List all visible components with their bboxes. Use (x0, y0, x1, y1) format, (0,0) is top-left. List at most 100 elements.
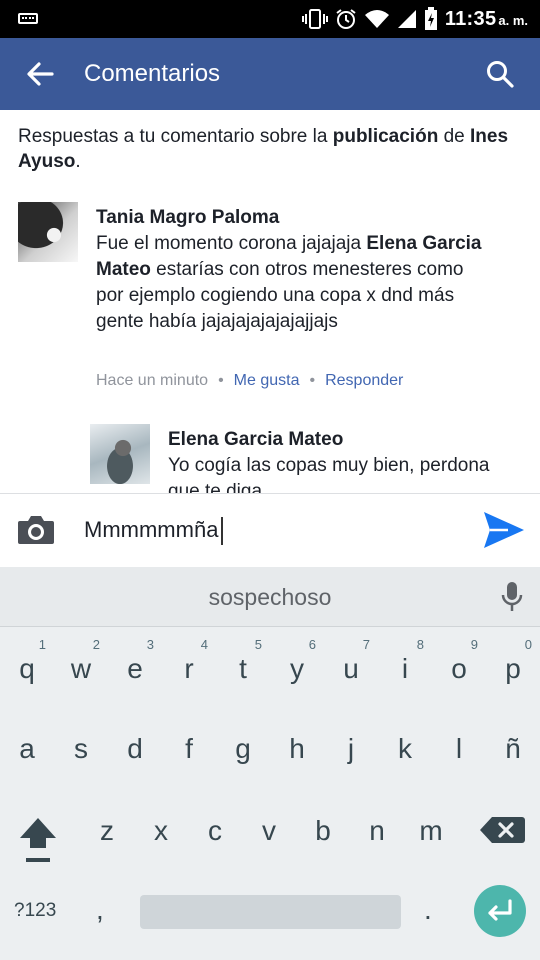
key-label: k (398, 733, 412, 764)
key-label: j (347, 733, 355, 764)
key-x[interactable]: x (134, 791, 188, 871)
key-label: c (208, 815, 222, 846)
key-label: b (315, 815, 331, 846)
comment-composer: Mmmmmmña (0, 493, 540, 567)
comment-meta: Hace un minuto • Me gusta • Responder (96, 370, 403, 392)
avatar[interactable] (18, 202, 78, 262)
enter-key[interactable] (474, 885, 526, 937)
key-b[interactable]: b (296, 791, 350, 871)
key-label: r (184, 653, 194, 684)
key-label: o (451, 653, 467, 684)
key-number-hint: 5 (254, 637, 262, 652)
screen: 11:35 a. m. Comentarios Respuestas a tu c… (0, 0, 540, 960)
key-label: v (262, 815, 276, 846)
microphone-icon[interactable] (500, 581, 524, 613)
symbols-key[interactable]: ?123 (14, 900, 70, 922)
key-d[interactable]: d (108, 709, 162, 789)
key-label: d (127, 733, 143, 764)
intro-middle: de (438, 126, 471, 147)
reply-link[interactable]: Responder (325, 372, 403, 389)
key-p[interactable]: p0 (486, 629, 540, 709)
key-label: t (239, 653, 247, 684)
comments-list[interactable]: Respuestas a tu comentario sobre la publ… (0, 110, 540, 493)
key-label: f (185, 733, 193, 764)
key-label: z (100, 815, 114, 846)
avatar[interactable] (90, 424, 150, 484)
app-bar: Comentarios (0, 38, 540, 110)
comma-key[interactable]: , (96, 894, 116, 926)
key-y[interactable]: y6 (270, 629, 324, 709)
key-label: q (19, 653, 35, 684)
key-a[interactable]: a (0, 709, 54, 789)
back-arrow-icon[interactable] (24, 60, 56, 88)
key-label: e (127, 653, 143, 684)
key-l[interactable]: l (432, 709, 486, 789)
key-v[interactable]: v (242, 791, 296, 871)
comment-input-value: Mmmmmmña (84, 517, 219, 542)
key-label: m (419, 815, 443, 846)
key-s[interactable]: s (54, 709, 108, 789)
comment-text: Fue el momento corona jajajaja (96, 233, 367, 254)
key-number-hint: 0 (524, 637, 532, 652)
comment-author[interactable]: Elena Garcia Mateo (168, 427, 343, 453)
suggestion-word[interactable]: sospechoso (0, 584, 540, 611)
key-g[interactable]: g (216, 709, 270, 789)
key-h[interactable]: h (270, 709, 324, 789)
space-key[interactable] (140, 895, 401, 929)
key-n[interactable]: n (350, 791, 404, 871)
key-number-hint: 2 (92, 637, 100, 652)
key-label: y (290, 653, 304, 684)
intro-prefix: Respuestas a tu comentario sobre la (18, 126, 333, 147)
soft-keyboard: sospechoso q1w2e3r4t5y6u7i8o9p0 asdfghjk… (0, 567, 540, 960)
key-number-hint: 4 (200, 637, 208, 652)
key-o[interactable]: o9 (432, 629, 486, 709)
comment-input[interactable]: Mmmmmmña (84, 515, 224, 546)
key-label: p (505, 653, 521, 684)
key-i[interactable]: i8 (378, 629, 432, 709)
separator-dot: • (218, 372, 224, 389)
key-number-hint: 3 (146, 637, 154, 652)
comment-body: Fue el momento corona jajajaja Elena Gar… (96, 231, 496, 335)
key-r[interactable]: r4 (162, 629, 216, 709)
key-j[interactable]: j (324, 709, 378, 789)
key-label: s (74, 733, 88, 764)
separator-dot: • (309, 372, 316, 389)
period-key[interactable]: . (424, 894, 440, 926)
status-ampm: a. m. (498, 12, 528, 28)
comment-time: Hace un minuto (96, 372, 209, 389)
suggestion-bar: sospechoso (0, 567, 540, 627)
key-label: a (19, 733, 35, 764)
key-number-hint: 6 (308, 637, 316, 652)
key-w[interactable]: w2 (54, 629, 108, 709)
key-label: ñ (505, 733, 521, 764)
key-k[interactable]: k (378, 709, 432, 789)
key-label: g (235, 733, 251, 764)
key-q[interactable]: q1 (0, 629, 54, 709)
key-z[interactable]: z (80, 791, 134, 871)
key-e[interactable]: e3 (108, 629, 162, 709)
backspace-key[interactable] (478, 815, 526, 845)
key-label: l (455, 733, 463, 764)
comment-author[interactable]: Tania Magro Paloma (96, 205, 279, 231)
reply-context-header: Respuestas a tu comentario sobre la publ… (18, 124, 518, 174)
key-m[interactable]: m (404, 791, 458, 871)
publication-link[interactable]: publicación (333, 126, 439, 147)
key-t[interactable]: t5 (216, 629, 270, 709)
search-icon[interactable] (486, 60, 514, 88)
camera-icon[interactable] (16, 514, 56, 546)
key-f[interactable]: f (162, 709, 216, 789)
key-label: i (401, 653, 409, 684)
shift-key[interactable] (14, 812, 62, 864)
vibrate-icon (301, 9, 328, 29)
page-title: Comentarios (84, 60, 221, 87)
key-label: u (343, 653, 359, 684)
key-ñ[interactable]: ñ (486, 709, 540, 789)
key-c[interactable]: c (188, 791, 242, 871)
key-label: x (154, 815, 168, 846)
wifi-icon (364, 9, 390, 29)
like-link[interactable]: Me gusta (234, 372, 300, 389)
send-icon[interactable] (482, 508, 526, 552)
key-u[interactable]: u7 (324, 629, 378, 709)
key-label: h (289, 733, 305, 764)
keyboard-indicator-icon (18, 13, 38, 24)
